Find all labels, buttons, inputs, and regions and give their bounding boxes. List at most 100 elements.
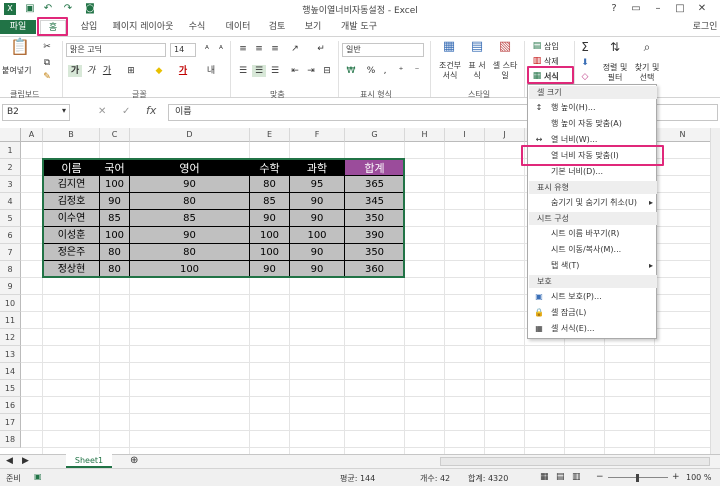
autosum-icon[interactable]: Σ xyxy=(578,41,592,53)
macro-record-icon[interactable]: ▣ xyxy=(34,472,42,481)
align-bottom-icon[interactable]: ≡ xyxy=(268,43,282,55)
cancel-icon[interactable]: ✕ xyxy=(98,106,106,117)
row-header[interactable]: 4 xyxy=(0,193,21,210)
normal-view-icon[interactable]: ▦ xyxy=(540,472,549,482)
column-header[interactable]: N xyxy=(655,128,711,142)
paste-button[interactable]: 붙여넣기 xyxy=(2,65,31,76)
align-center-icon[interactable]: ☰ xyxy=(252,65,266,77)
menu-item-default-width[interactable]: 기본 너비(D)... xyxy=(529,164,657,180)
row-header[interactable]: 12 xyxy=(0,329,21,346)
format-painter-icon[interactable]: ✎ xyxy=(40,71,54,83)
number-format-combo[interactable]: 일반 xyxy=(342,43,424,57)
maximize-icon[interactable]: □ xyxy=(674,3,686,15)
copy-icon[interactable]: ⧉ xyxy=(40,57,54,69)
column-header[interactable]: E xyxy=(250,128,290,142)
row-header[interactable]: 2 xyxy=(0,159,21,176)
menu-item-rename-sheet[interactable]: 시트 이름 바꾸기(R) xyxy=(529,226,657,242)
sheet-prev-icon[interactable]: ◀ xyxy=(6,456,13,466)
tab-view[interactable]: 보기 xyxy=(298,20,328,34)
zoom-out-icon[interactable]: − xyxy=(596,472,604,482)
redo-icon[interactable]: ↷ xyxy=(62,3,74,15)
tab-developer[interactable]: 개발 도구 xyxy=(334,20,384,34)
font-color-icon[interactable]: 가 xyxy=(176,65,190,77)
tab-page-layout[interactable]: 페이지 레이아웃 xyxy=(108,20,178,34)
zoom-in-icon[interactable]: + xyxy=(672,472,680,482)
close-icon[interactable]: ✕ xyxy=(696,3,708,15)
cut-icon[interactable]: ✂ xyxy=(40,41,54,53)
conditional-format-button[interactable]: 조건부 서식 xyxy=(436,61,464,81)
border-icon[interactable]: ⊞ xyxy=(124,65,138,77)
fill-icon[interactable]: ⬇ xyxy=(578,57,592,69)
ribbon-display-icon[interactable]: ▭ xyxy=(630,3,642,15)
sort-filter-button[interactable]: 정렬 및 필터 xyxy=(600,63,630,83)
row-header[interactable]: 10 xyxy=(0,295,21,312)
add-sheet-icon[interactable]: ⊕ xyxy=(130,455,138,466)
align-middle-icon[interactable]: ≡ xyxy=(252,43,266,55)
help-icon[interactable]: ? xyxy=(608,3,620,15)
menu-item-row-height[interactable]: ↕ 행 높이(H)... xyxy=(529,100,657,116)
row-header[interactable]: 11 xyxy=(0,312,21,329)
underline-button[interactable]: 가 xyxy=(100,65,114,77)
align-right-icon[interactable]: ☰ xyxy=(268,65,282,77)
fill-color-icon[interactable]: ◆ xyxy=(152,65,166,77)
column-header[interactable]: I xyxy=(445,128,485,142)
save-icon[interactable]: ▣ xyxy=(24,3,36,15)
column-header[interactable]: H xyxy=(405,128,445,142)
align-top-icon[interactable]: ≡ xyxy=(236,43,250,55)
zoom-slider-thumb[interactable] xyxy=(636,474,639,482)
sheet-tab[interactable]: Sheet1 xyxy=(66,454,112,468)
column-header[interactable]: G xyxy=(345,128,405,142)
tab-file[interactable]: 파일 xyxy=(0,20,36,34)
column-header[interactable]: B xyxy=(43,128,100,142)
column-header[interactable]: J xyxy=(485,128,525,142)
row-header[interactable]: 14 xyxy=(0,363,21,380)
page-layout-view-icon[interactable]: ▤ xyxy=(556,472,565,482)
page-break-view-icon[interactable]: ▥ xyxy=(572,472,581,482)
row-header[interactable]: 13 xyxy=(0,346,21,363)
column-header[interactable]: C xyxy=(100,128,130,142)
horizontal-scrollbar[interactable] xyxy=(440,457,710,466)
currency-icon[interactable]: ₩ xyxy=(344,65,358,77)
tab-review[interactable]: 검토 xyxy=(262,20,292,34)
undo-icon[interactable]: ↶ xyxy=(42,3,54,15)
orientation-icon[interactable]: ↗ xyxy=(288,43,302,55)
menu-item-format-cells[interactable]: ▦ 셀 서식(E)... xyxy=(529,321,657,337)
vertical-scrollbar[interactable] xyxy=(710,128,720,454)
percent-button[interactable]: % xyxy=(364,65,378,77)
menu-item-lock-cell[interactable]: 🔒 셀 잠금(L) xyxy=(529,305,657,321)
tab-formulas[interactable]: 수식 xyxy=(182,20,212,34)
row-header[interactable]: 8 xyxy=(0,261,21,278)
table-format-button[interactable]: 표 서식 xyxy=(466,61,488,81)
clear-icon[interactable]: ◇ xyxy=(578,71,592,83)
row-header[interactable]: 5 xyxy=(0,210,21,227)
login-link[interactable]: 로그인 xyxy=(690,20,720,34)
insert-button[interactable]: 삽입 xyxy=(544,41,559,52)
name-box-dropdown-icon[interactable]: ▾ xyxy=(62,106,66,115)
font-size-combo[interactable]: 14 xyxy=(170,43,196,57)
decrease-decimal-icon[interactable]: ⁻ xyxy=(410,65,424,77)
column-header[interactable]: A xyxy=(21,128,43,142)
camera-icon[interactable]: ◙ xyxy=(84,3,96,15)
minimize-icon[interactable]: – xyxy=(652,3,664,15)
row-header[interactable]: 9 xyxy=(0,278,21,295)
menu-item-autofit-row[interactable]: 행 높이 자동 맞춤(A) xyxy=(529,116,657,132)
select-all-corner[interactable] xyxy=(0,128,21,142)
enter-icon[interactable]: ✓ xyxy=(122,106,130,117)
column-header[interactable]: F xyxy=(290,128,345,142)
name-box[interactable]: B2 xyxy=(2,104,70,121)
decrease-font-icon[interactable]: ᴬ xyxy=(214,44,228,56)
tab-insert[interactable]: 삽입 xyxy=(74,20,104,34)
increase-font-icon[interactable]: ᴬ xyxy=(200,44,214,56)
row-header[interactable]: 17 xyxy=(0,414,21,431)
find-select-button[interactable]: 찾기 및 선택 xyxy=(632,63,662,83)
row-header[interactable]: 3 xyxy=(0,176,21,193)
menu-item-protect-sheet[interactable]: ▣ 시트 보호(P)... xyxy=(529,289,657,305)
align-left-icon[interactable]: ☰ xyxy=(236,65,250,77)
row-header[interactable]: 7 xyxy=(0,244,21,261)
menu-item-hide-unhide[interactable]: 숨기기 및 숨기기 취소(U) ▸ xyxy=(529,195,657,211)
font-name-combo[interactable]: 맑은 고딕 xyxy=(66,43,166,57)
phonetic-icon[interactable]: 내 xyxy=(204,65,218,77)
menu-item-move-copy[interactable]: 시트 이동/복사(M)... xyxy=(529,242,657,258)
row-header[interactable]: 18 xyxy=(0,431,21,448)
italic-button[interactable]: 가 xyxy=(84,65,98,77)
